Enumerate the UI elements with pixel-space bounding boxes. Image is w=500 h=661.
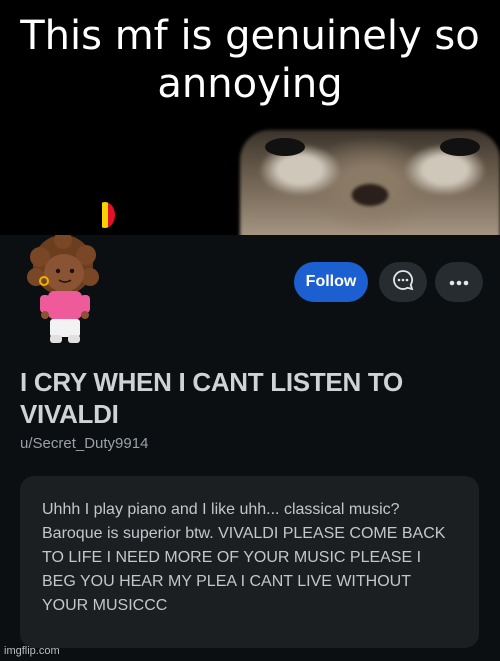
profile-card: Follow I CRY WHEN I CANT LISTEN TO VIVAL… (0, 202, 500, 661)
bio-card: Uhhh I play piano and I like uhh... clas… (20, 476, 479, 648)
profile-banner (0, 120, 500, 235)
caption-text: This mf is genuinely so annoying (20, 13, 480, 107)
profile-username[interactable]: u/Secret_Duty9914 (20, 435, 148, 452)
cat-eye-left (265, 138, 305, 156)
chat-button[interactable] (379, 262, 427, 302)
meme-caption: This mf is genuinely so annoying (0, 0, 500, 120)
profile-display-name: I CRY WHEN I CANT LISTEN TO VIVALDI (20, 367, 403, 429)
more-horizontal-icon (449, 273, 469, 291)
chat-bubble-icon (392, 269, 414, 296)
follow-label: Follow (305, 273, 357, 290)
follow-button[interactable]: Follow (294, 262, 368, 302)
more-options-button[interactable] (435, 262, 483, 302)
belgium-flag-icon (95, 202, 115, 228)
cat-eye-right (440, 138, 480, 156)
avatar-character-icon (27, 231, 99, 343)
bio-text: Uhhh I play piano and I like uhh... clas… (42, 501, 446, 614)
imgflip-watermark: imgflip.com (4, 645, 60, 657)
avatar[interactable] (18, 231, 118, 350)
